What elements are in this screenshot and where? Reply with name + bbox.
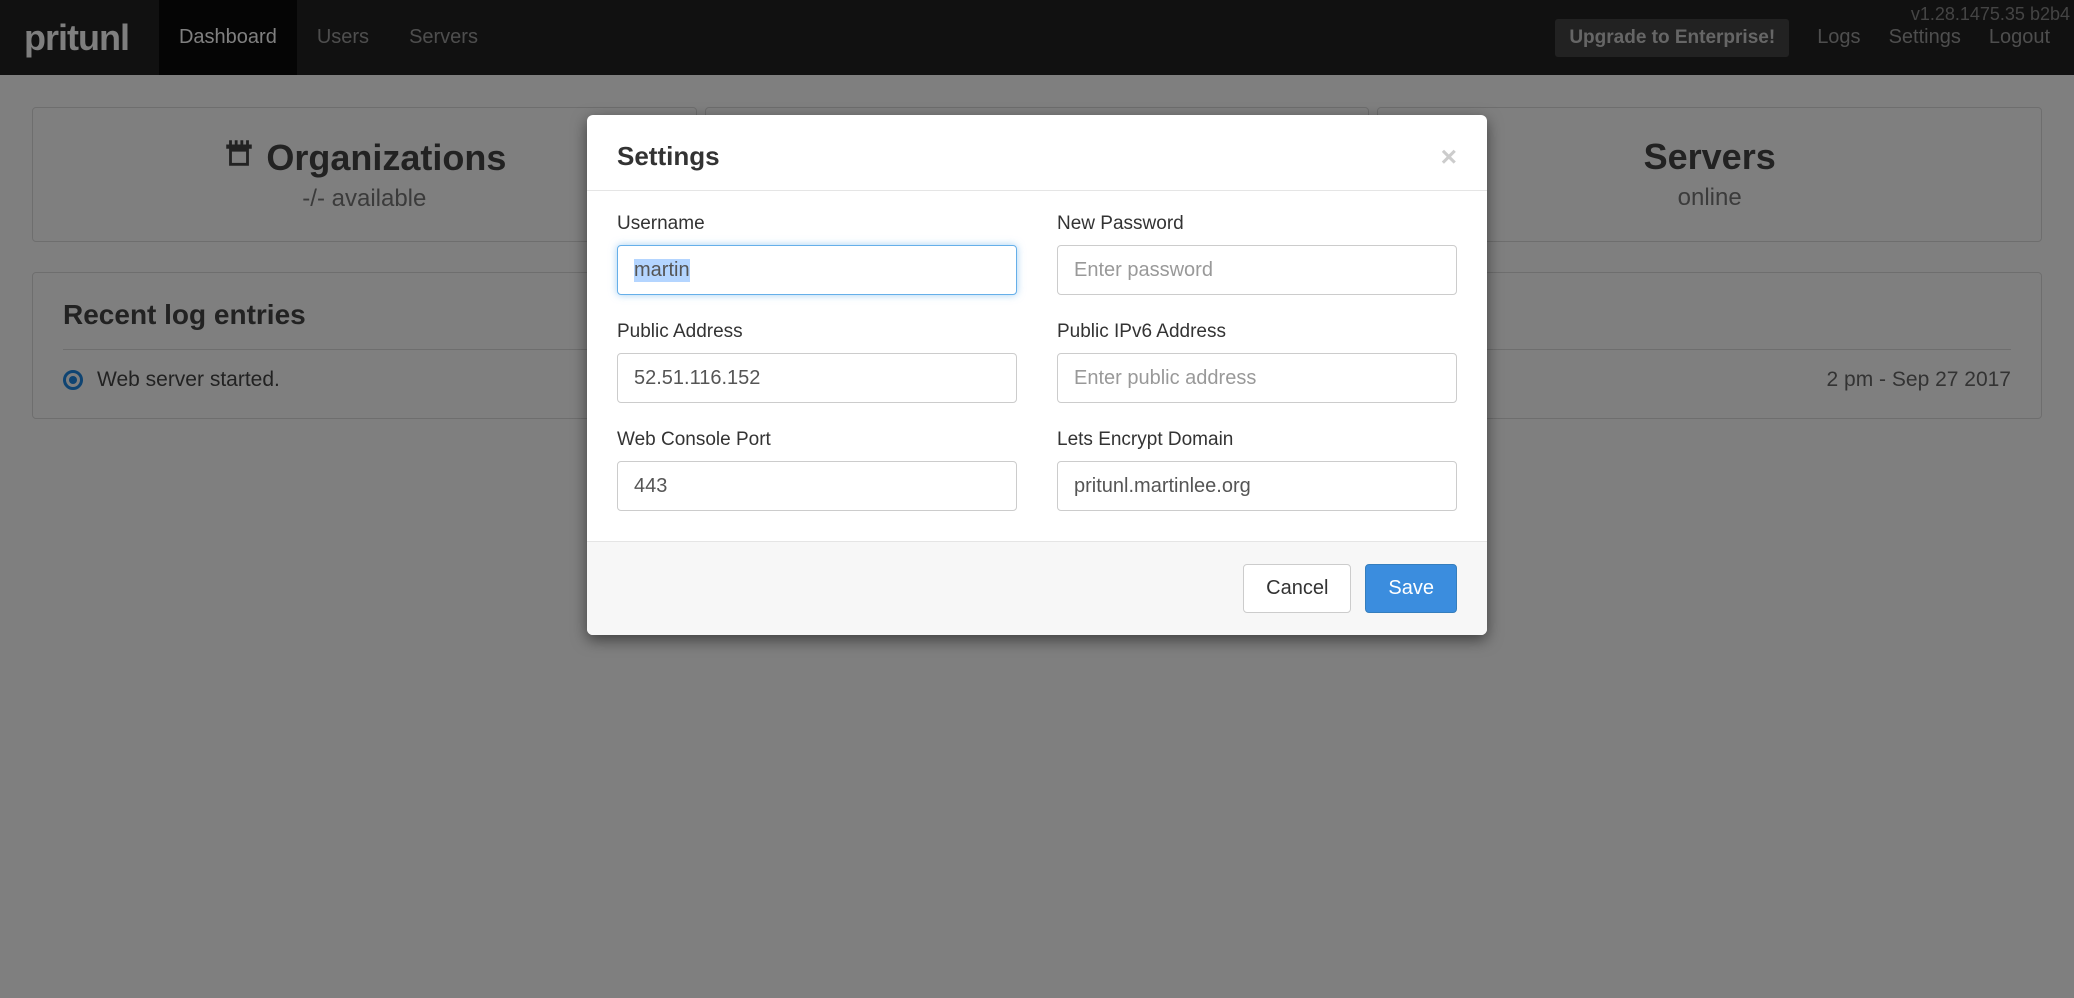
cancel-button[interactable]: Cancel <box>1243 564 1351 613</box>
label-username: Username <box>617 213 1017 235</box>
group-password: New Password <box>1057 213 1457 295</box>
modal-body: Username New Password Public Address Pub… <box>587 191 1487 541</box>
web-port-input[interactable] <box>617 461 1017 511</box>
group-web-port: Web Console Port <box>617 429 1017 511</box>
modal-footer: Cancel Save <box>587 541 1487 635</box>
label-le-domain: Lets Encrypt Domain <box>1057 429 1457 451</box>
modal-header: Settings × <box>587 115 1487 191</box>
group-username: Username <box>617 213 1017 295</box>
label-password: New Password <box>1057 213 1457 235</box>
group-public-address: Public Address <box>617 321 1017 403</box>
group-le-domain: Lets Encrypt Domain <box>1057 429 1457 511</box>
modal-title: Settings <box>617 141 720 172</box>
label-web-port: Web Console Port <box>617 429 1017 451</box>
password-input[interactable] <box>1057 245 1457 295</box>
ipv6-input[interactable] <box>1057 353 1457 403</box>
label-ipv6: Public IPv6 Address <box>1057 321 1457 343</box>
save-button[interactable]: Save <box>1365 564 1457 613</box>
close-icon[interactable]: × <box>1441 143 1457 171</box>
username-input[interactable] <box>617 245 1017 295</box>
settings-modal: Settings × Username New Password Public … <box>587 115 1487 635</box>
le-domain-input[interactable] <box>1057 461 1457 511</box>
label-public-address: Public Address <box>617 321 1017 343</box>
public-address-input[interactable] <box>617 353 1017 403</box>
group-ipv6: Public IPv6 Address <box>1057 321 1457 403</box>
